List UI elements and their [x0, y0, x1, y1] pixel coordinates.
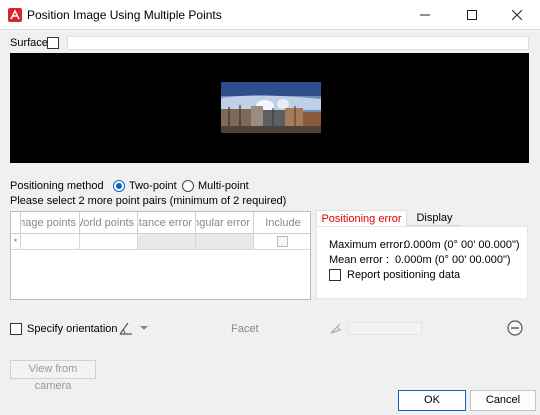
points-table[interactable]: Image points World points Distance error… [10, 211, 311, 300]
window-title: Position Image Using Multiple Points [27, 8, 222, 22]
column-header-distance-error[interactable]: Distance error [138, 212, 196, 234]
facet-pick-icon[interactable] [328, 320, 344, 336]
maximize-button[interactable] [449, 0, 495, 30]
specify-orientation-label[interactable]: Specify orientation [27, 323, 118, 335]
tab-positioning-error[interactable]: Positioning error [316, 210, 407, 226]
ok-button[interactable]: OK [398, 390, 466, 411]
facet-field[interactable] [348, 322, 422, 335]
facet-label: Facet [231, 323, 259, 335]
multi-point-label[interactable]: Multi-point [198, 180, 249, 192]
positioning-error-panel: Maximum error: 0.000m (0° 00' 00.000") M… [316, 226, 528, 299]
include-checkbox[interactable] [277, 236, 288, 247]
cell-include[interactable] [254, 234, 310, 250]
column-header-include[interactable]: Include [254, 212, 310, 234]
column-header-image-points[interactable]: Image points [21, 212, 80, 234]
row-header-corner [11, 212, 21, 234]
new-row-marker: * [11, 234, 21, 250]
close-icon [512, 10, 522, 20]
maximum-error-label: Maximum error: [329, 239, 407, 251]
surface-field[interactable] [67, 36, 529, 50]
maximize-icon [467, 10, 477, 20]
cell-distance-error [138, 234, 196, 250]
specify-orientation-checkbox[interactable] [10, 323, 22, 335]
hint-text: Please select 2 more point pairs (minimu… [10, 195, 287, 207]
app-logo-icon [8, 8, 22, 22]
surface-checkbox[interactable] [47, 37, 59, 49]
report-positioning-label[interactable]: Report positioning data [347, 269, 460, 281]
close-button[interactable] [494, 0, 540, 30]
two-point-label[interactable]: Two-point [129, 180, 177, 192]
multi-point-radio[interactable] [182, 180, 194, 192]
column-header-angular-error[interactable]: Angular error [196, 212, 254, 234]
cell-image-points[interactable] [21, 234, 80, 250]
surface-label: Surface [10, 37, 48, 49]
column-header-world-points[interactable]: World points [80, 212, 138, 234]
image-preview[interactable] [10, 53, 529, 163]
two-point-radio[interactable] [113, 180, 125, 192]
mean-error-value: 0.000m (0° 00' 00.000") [395, 254, 511, 266]
mean-error-label: Mean error : [329, 254, 389, 266]
maximum-error-value: 0.000m (0° 00' 00.000") [404, 239, 520, 251]
cell-world-points[interactable] [80, 234, 138, 250]
minimize-button[interactable] [402, 0, 448, 30]
panorama-thumbnail [221, 82, 321, 133]
minimize-icon [420, 14, 430, 16]
positioning-method-label: Positioning method [10, 180, 104, 192]
remove-icon[interactable] [507, 320, 523, 336]
cell-angular-error [196, 234, 254, 250]
angle-measure-icon[interactable] [118, 320, 136, 336]
cancel-button[interactable]: Cancel [470, 390, 536, 411]
view-from-camera-button[interactable]: View from camera [10, 360, 96, 392]
angle-dropdown-chevron-icon[interactable] [138, 322, 150, 334]
tab-display[interactable]: Display [407, 210, 462, 226]
report-positioning-checkbox[interactable] [329, 269, 341, 281]
